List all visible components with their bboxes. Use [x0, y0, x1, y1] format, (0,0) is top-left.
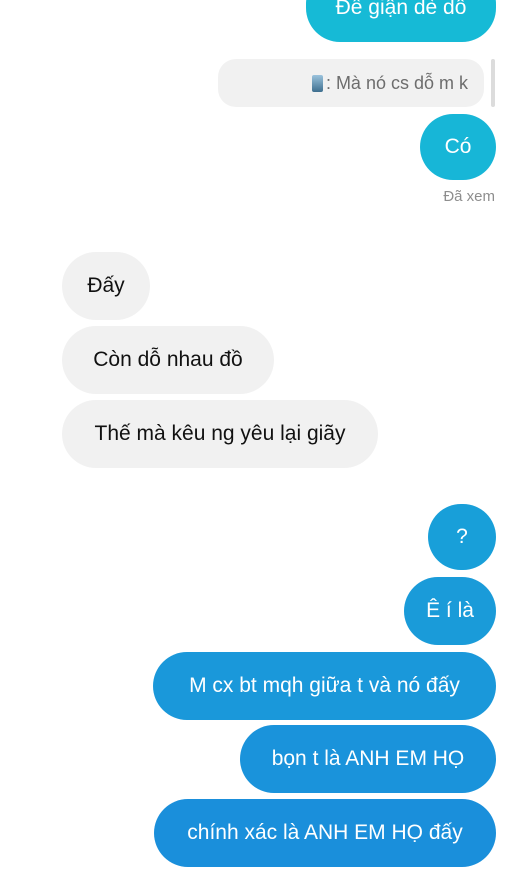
outgoing-message[interactable]: chính xác là ANH EM HỌ đấy	[154, 799, 496, 867]
reply-indicator-bar	[491, 59, 495, 107]
incoming-message[interactable]: Còn dỗ nhau đồ	[62, 326, 274, 394]
incoming-message[interactable]: Đấy	[62, 252, 150, 320]
message-text: Đấy	[87, 274, 125, 297]
outgoing-message[interactable]: ?	[428, 504, 496, 570]
outgoing-message[interactable]: bọn t là ANH EM HỌ	[240, 725, 496, 793]
message-text: Còn dỗ nhau đồ	[93, 348, 243, 371]
message-text: chính xác là ANH EM HỌ đấy	[187, 821, 463, 844]
message-text: Ê í là	[426, 599, 474, 622]
outgoing-message[interactable]: Có	[420, 114, 496, 180]
outgoing-message[interactable]: M cx bt mqh giữa t và nó đấy	[153, 652, 496, 720]
outgoing-message[interactable]: Ê í là	[404, 577, 496, 645]
message-text: Để giận dè dỗ	[335, 0, 467, 19]
reply-quote[interactable]: : Mà nó cs dỗ m k	[218, 59, 484, 107]
message-text: ?	[456, 525, 468, 548]
message-text: Thế mà kêu ng yêu lại giãy	[94, 422, 346, 445]
message-text: Có	[444, 135, 472, 158]
seen-status: Đã xem	[443, 188, 495, 205]
incoming-message[interactable]: Thế mà kêu ng yêu lại giãy	[62, 400, 378, 468]
reply-quote-text: : Mà nó cs dỗ m k	[325, 72, 468, 93]
message-text: M cx bt mqh giữa t và nó đấy	[189, 674, 460, 697]
message-text: bọn t là ANH EM HỌ	[271, 747, 465, 770]
image-thumbnail-icon	[311, 74, 323, 92]
outgoing-message-cut[interactable]: Để giận dè dỗ	[306, 0, 496, 42]
